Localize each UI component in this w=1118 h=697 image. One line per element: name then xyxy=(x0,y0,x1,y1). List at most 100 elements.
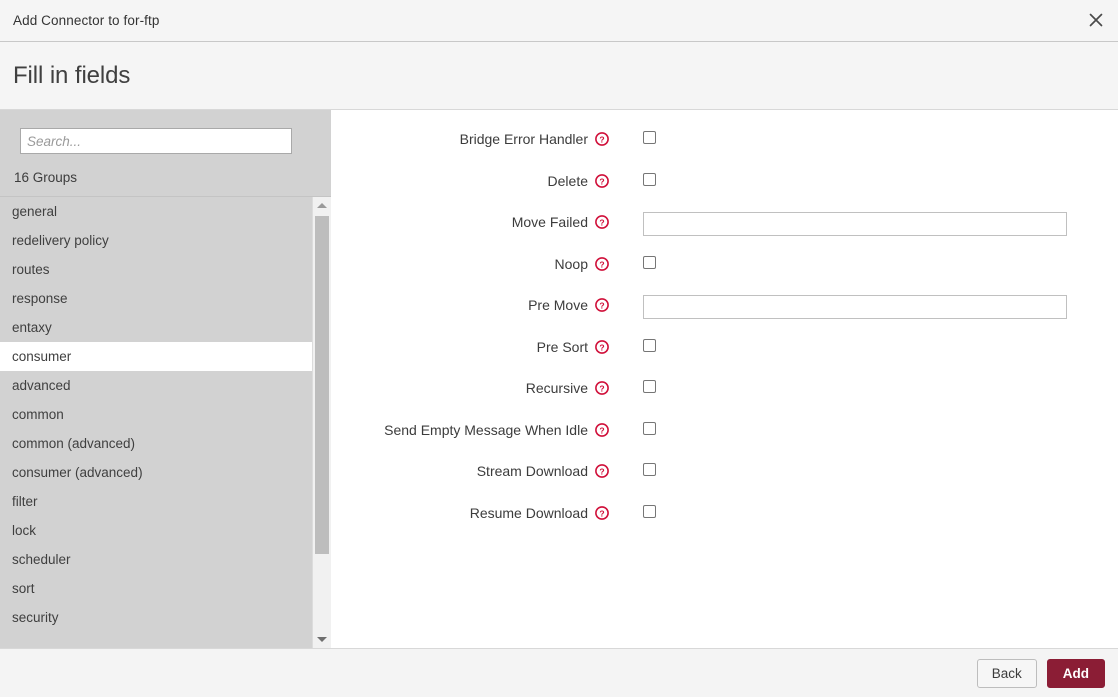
field-label: Pre Move? xyxy=(359,294,609,314)
group-item-label: redelivery policy xyxy=(12,233,109,248)
field-label-text: Move Failed xyxy=(512,213,588,231)
help-icon[interactable]: ? xyxy=(595,132,609,146)
svg-text:?: ? xyxy=(599,342,604,352)
group-list-container: general redelivery policy routes response en… xyxy=(0,196,331,648)
group-item-label: scheduler xyxy=(12,552,71,567)
group-item-label: common xyxy=(12,407,64,422)
group-list-item[interactable]: lock xyxy=(0,516,312,545)
group-item-label: entaxy xyxy=(12,320,52,335)
form-row: Move Failed? xyxy=(359,211,1118,240)
field-control xyxy=(609,128,1118,144)
close-icon[interactable] xyxy=(1074,0,1118,40)
field-checkbox[interactable] xyxy=(643,463,656,476)
svg-text:?: ? xyxy=(599,176,604,186)
svg-text:?: ? xyxy=(599,383,604,393)
group-list-item[interactable]: consumer (advanced) xyxy=(0,458,312,487)
group-item-label: consumer (advanced) xyxy=(12,465,143,480)
help-icon[interactable]: ? xyxy=(595,298,609,312)
group-item-label: lock xyxy=(12,523,36,538)
back-button[interactable]: Back xyxy=(977,659,1037,688)
help-icon[interactable]: ? xyxy=(595,423,609,437)
help-icon[interactable]: ? xyxy=(595,381,609,395)
group-list-item[interactable]: consumer xyxy=(0,342,312,371)
group-item-label: security xyxy=(12,610,59,625)
group-list-item[interactable]: common (advanced) xyxy=(0,429,312,458)
field-label-text: Noop xyxy=(555,255,588,273)
field-label-text: Delete xyxy=(548,172,588,190)
group-item-label: sort xyxy=(12,581,35,596)
help-icon[interactable]: ? xyxy=(595,464,609,478)
group-list: general redelivery policy routes response en… xyxy=(0,197,312,648)
field-control xyxy=(609,460,1118,476)
group-list-item[interactable]: filter xyxy=(0,487,312,516)
group-list-item[interactable]: redelivery policy xyxy=(0,226,312,255)
search-input[interactable] xyxy=(20,128,292,154)
groups-sidebar: 16 Groups general redelivery policy routes… xyxy=(0,110,331,648)
field-label: Stream Download? xyxy=(359,460,609,480)
group-item-label: filter xyxy=(12,494,38,509)
chevron-up-icon[interactable] xyxy=(313,197,331,214)
connector-form: Bridge Error Handler?Delete?Move Failed?… xyxy=(331,128,1118,531)
group-list-item[interactable]: response xyxy=(0,284,312,313)
group-item-label: common (advanced) xyxy=(12,436,135,451)
group-item-label: advanced xyxy=(12,378,71,393)
dialog-header: Fill in fields xyxy=(0,42,1118,110)
help-icon[interactable]: ? xyxy=(595,506,609,520)
field-label-text: Resume Download xyxy=(470,504,588,522)
field-label: Bridge Error Handler? xyxy=(359,128,609,148)
form-row: Noop? xyxy=(359,253,1118,282)
field-label-text: Pre Sort xyxy=(537,338,588,356)
group-list-item[interactable]: security xyxy=(0,603,312,632)
field-checkbox[interactable] xyxy=(643,256,656,269)
field-label: Pre Sort? xyxy=(359,336,609,356)
field-control xyxy=(609,211,1118,236)
svg-text:?: ? xyxy=(599,217,604,227)
form-row: Pre Move? xyxy=(359,294,1118,323)
help-icon[interactable]: ? xyxy=(595,257,609,271)
group-list-item[interactable]: sort xyxy=(0,574,312,603)
field-control xyxy=(609,419,1118,435)
field-label: Resume Download? xyxy=(359,502,609,522)
field-checkbox[interactable] xyxy=(643,380,656,393)
add-button[interactable]: Add xyxy=(1047,659,1105,688)
group-list-item[interactable]: general xyxy=(0,197,312,226)
help-icon[interactable]: ? xyxy=(595,174,609,188)
form-row: Send Empty Message When Idle? xyxy=(359,419,1118,448)
dialog-titlebar: Add Connector to for-ftp xyxy=(0,0,1118,42)
field-checkbox[interactable] xyxy=(643,422,656,435)
search-area xyxy=(0,110,331,154)
dialog-body: 16 Groups general redelivery policy routes… xyxy=(0,110,1118,648)
group-item-label: routes xyxy=(12,262,50,277)
field-label: Recursive? xyxy=(359,377,609,397)
dialog-footer: Back Add xyxy=(0,648,1118,697)
svg-text:?: ? xyxy=(599,259,604,269)
dialog-title: Add Connector to for-ftp xyxy=(13,13,159,28)
field-control xyxy=(609,502,1118,518)
groups-count-label: 16 Groups xyxy=(14,170,331,185)
form-row: Bridge Error Handler? xyxy=(359,128,1118,157)
field-checkbox[interactable] xyxy=(643,339,656,352)
add-connector-dialog: Add Connector to for-ftp Fill in fields … xyxy=(0,0,1118,697)
scrollbar-thumb[interactable] xyxy=(315,216,329,554)
chevron-down-icon[interactable] xyxy=(313,631,331,648)
field-checkbox[interactable] xyxy=(643,505,656,518)
field-checkbox[interactable] xyxy=(643,131,656,144)
field-label-text: Pre Move xyxy=(528,296,588,314)
field-checkbox[interactable] xyxy=(643,173,656,186)
field-label: Send Empty Message When Idle? xyxy=(359,419,609,439)
field-text-input[interactable] xyxy=(643,295,1067,319)
field-label-text: Stream Download xyxy=(477,462,588,480)
field-label: Noop? xyxy=(359,253,609,273)
group-list-item[interactable]: common xyxy=(0,400,312,429)
group-item-label: consumer xyxy=(12,349,71,364)
form-row: Stream Download? xyxy=(359,460,1118,489)
group-list-item[interactable]: advanced xyxy=(0,371,312,400)
help-icon[interactable]: ? xyxy=(595,215,609,229)
group-list-item[interactable]: scheduler xyxy=(0,545,312,574)
form-row: Recursive? xyxy=(359,377,1118,406)
help-icon[interactable]: ? xyxy=(595,340,609,354)
group-list-item[interactable]: entaxy xyxy=(0,313,312,342)
group-list-item[interactable]: routes xyxy=(0,255,312,284)
field-text-input[interactable] xyxy=(643,212,1067,236)
group-list-scrollbar[interactable] xyxy=(312,197,331,648)
